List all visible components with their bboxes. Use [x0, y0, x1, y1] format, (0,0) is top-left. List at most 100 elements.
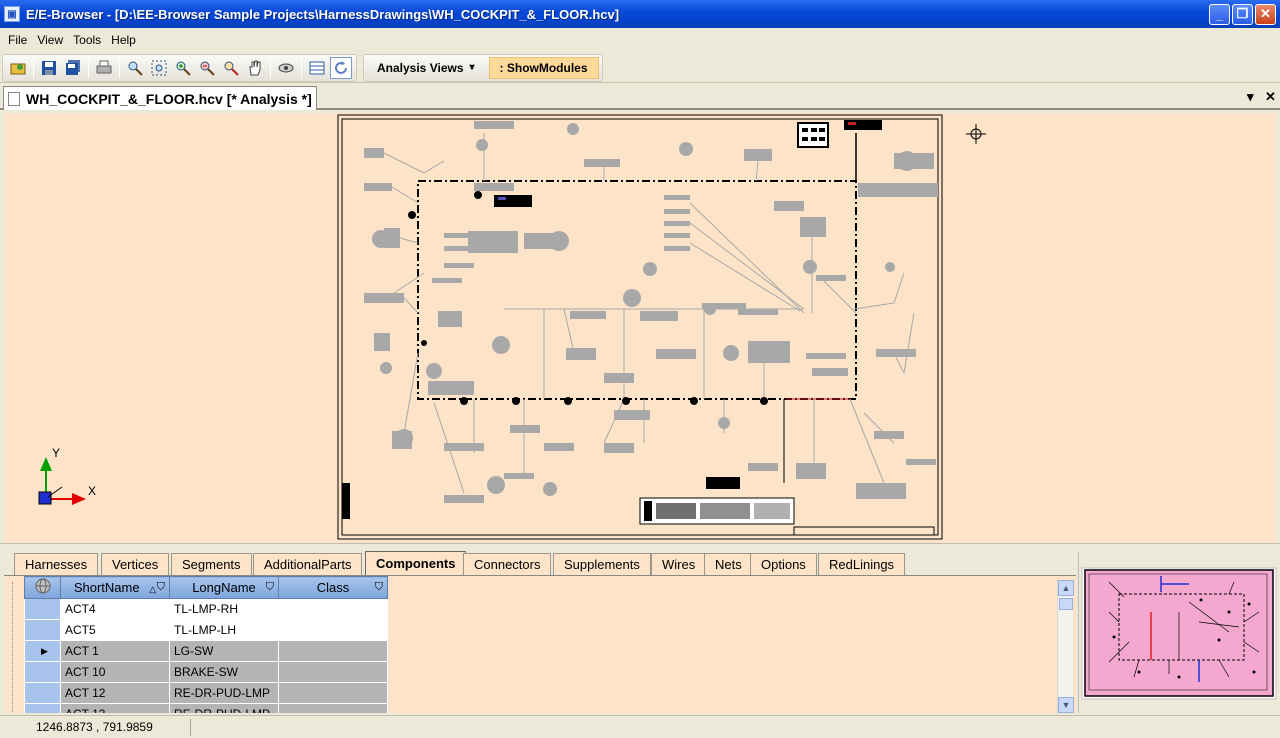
table-row[interactable]: ▶ ACT 1 LG-SW	[24, 640, 388, 662]
zoom-fit-icon[interactable]	[220, 57, 242, 79]
tab-redlinings[interactable]: RedLinings	[818, 553, 906, 575]
table-row[interactable]: ACT 13 RE-DR-PUD-LMP	[24, 703, 388, 713]
cell-shortname[interactable]: ACT 10	[60, 661, 170, 683]
tab-list-dropdown[interactable]: ▾	[1247, 89, 1254, 105]
table-row[interactable]: ACT5 TL-LMP-LH	[24, 619, 388, 641]
axis-y-label: Y	[52, 446, 60, 460]
sort-ascending-icon: △	[149, 584, 157, 594]
analysis-views-dropdown[interactable]: Analysis Views ▾	[367, 57, 485, 79]
column-header-shortname[interactable]: ShortName △ ⛉	[60, 576, 170, 599]
menu-tools[interactable]: Tools	[68, 33, 106, 47]
close-document-button[interactable]: ✕	[1265, 89, 1276, 105]
component-blocks	[364, 121, 938, 503]
zoom-in-icon[interactable]	[172, 57, 194, 79]
table-icon[interactable]	[306, 57, 328, 79]
filter-icon[interactable]: ⛉	[157, 581, 165, 594]
axis-x-label: X	[88, 484, 96, 498]
axis-triad	[38, 457, 86, 505]
column-class-label: Class	[316, 580, 350, 595]
document-tab-label: WH_COCKPIT_&_FLOOR.hcv [* Analysis *]	[26, 90, 312, 107]
cell-shortname[interactable]: ACT4	[60, 598, 170, 620]
tab-components[interactable]: Components	[365, 551, 467, 575]
tab-additional-parts[interactable]: AdditionalParts	[253, 553, 363, 575]
document-tab-bar: WH_COCKPIT_&_FLOOR.hcv [* Analysis *] ▾ …	[0, 85, 1280, 110]
tab-segments[interactable]: Segments	[171, 553, 252, 575]
pan-hand-icon[interactable]	[244, 57, 266, 79]
row-header-corner[interactable]	[24, 576, 61, 599]
app-icon: ▣	[4, 6, 20, 22]
tab-connectors[interactable]: Connectors	[463, 553, 552, 575]
cell-longname[interactable]: TL-LMP-LH	[169, 619, 279, 641]
table-row[interactable]: ACT 12 RE-DR-PUD-LMP	[24, 682, 388, 704]
view-icon[interactable]	[275, 57, 297, 79]
cell-class[interactable]	[278, 703, 388, 713]
overview-minimap[interactable]	[1078, 552, 1280, 713]
row-selector[interactable]	[24, 682, 61, 704]
print-icon[interactable]	[93, 57, 115, 79]
menu-help[interactable]: Help	[106, 33, 141, 47]
zoom-out-icon[interactable]	[196, 57, 218, 79]
black-components	[342, 120, 935, 536]
column-header-class[interactable]: Class ⛉	[278, 576, 388, 599]
panel-splitter[interactable]	[0, 543, 1280, 550]
cell-shortname[interactable]: ACT 12	[60, 682, 170, 704]
harness-drawing: Y X	[38, 114, 986, 540]
show-modules-button[interactable]: : ShowModules	[488, 56, 599, 79]
window-title: E/E-Browser - [D:\EE-Browser Sample Proj…	[26, 6, 620, 22]
tab-nets[interactable]: Nets	[704, 553, 753, 575]
tab-harnesses[interactable]: Harnesses	[14, 553, 99, 575]
filter-icon[interactable]: ⛉	[375, 581, 383, 594]
drawing-canvas[interactable]: Y X	[4, 113, 1276, 543]
cell-class[interactable]	[278, 640, 388, 662]
tab-supplements[interactable]: Supplements	[553, 553, 651, 575]
zoom-icon[interactable]	[124, 57, 146, 79]
zoom-window-icon[interactable]	[148, 57, 170, 79]
main-toolbar-strip	[2, 53, 357, 82]
cell-longname[interactable]: RE-DR-PUD-LMP	[169, 682, 279, 704]
table-row[interactable]: ACT 10 BRAKE-SW	[24, 661, 388, 683]
row-selector[interactable]	[24, 703, 61, 713]
tab-wires[interactable]: Wires	[651, 553, 707, 575]
filter-icon[interactable]: ⛉	[266, 581, 274, 594]
menu-view[interactable]: View	[32, 33, 68, 47]
cell-shortname[interactable]: ACT 1	[60, 640, 170, 662]
row-selector[interactable]: ▶	[24, 640, 61, 662]
cell-class[interactable]	[278, 619, 388, 641]
title-bar: ▣ E/E-Browser - [D:\EE-Browser Sample Pr…	[0, 0, 1280, 28]
row-selector[interactable]	[24, 619, 61, 641]
scroll-thumb[interactable]	[1059, 598, 1073, 610]
scroll-up-button[interactable]: ▲	[1058, 580, 1074, 596]
refresh-icon[interactable]	[330, 56, 352, 79]
cell-longname[interactable]: BRAKE-SW	[169, 661, 279, 683]
toolbar-separator	[119, 57, 120, 78]
table-row[interactable]: ACT4 TL-LMP-RH	[24, 598, 388, 620]
cell-class[interactable]	[278, 661, 388, 683]
scroll-down-button[interactable]: ▼	[1058, 697, 1074, 713]
crosshair-cursor-icon	[966, 124, 986, 144]
toolbar: Analysis Views ▾ : ShowModules	[0, 53, 1280, 83]
cell-class[interactable]	[278, 598, 388, 620]
row-selector[interactable]	[24, 661, 61, 683]
save-all-icon[interactable]	[62, 57, 84, 79]
grid-vertical-scrollbar[interactable]: ▲ ▼	[1057, 580, 1074, 713]
tab-options[interactable]: Options	[750, 553, 817, 575]
save-icon[interactable]	[38, 57, 60, 79]
sheet-inner-frame	[341, 118, 939, 536]
status-bar: 1246.8873 , 791.9859	[0, 715, 1280, 738]
column-header-longname[interactable]: LongName ⛉	[169, 576, 279, 599]
close-button[interactable]: ✕	[1255, 3, 1276, 25]
cell-longname[interactable]: TL-LMP-RH	[169, 598, 279, 620]
cell-longname[interactable]: LG-SW	[169, 640, 279, 662]
column-shortname-label: ShortName	[73, 580, 140, 595]
row-selector[interactable]	[24, 598, 61, 620]
open-icon[interactable]	[7, 57, 29, 79]
cell-shortname[interactable]: ACT 13	[60, 703, 170, 713]
document-tab[interactable]: WH_COCKPIT_&_FLOOR.hcv [* Analysis *]	[3, 86, 317, 110]
minimize-button[interactable]: _	[1209, 3, 1230, 25]
menu-file[interactable]: File	[3, 33, 32, 47]
cell-class[interactable]	[278, 682, 388, 704]
cell-longname[interactable]: RE-DR-PUD-LMP	[169, 703, 279, 713]
cell-shortname[interactable]: ACT5	[60, 619, 170, 641]
tab-vertices[interactable]: Vertices	[101, 553, 170, 575]
restore-button[interactable]: ❐	[1232, 3, 1253, 25]
